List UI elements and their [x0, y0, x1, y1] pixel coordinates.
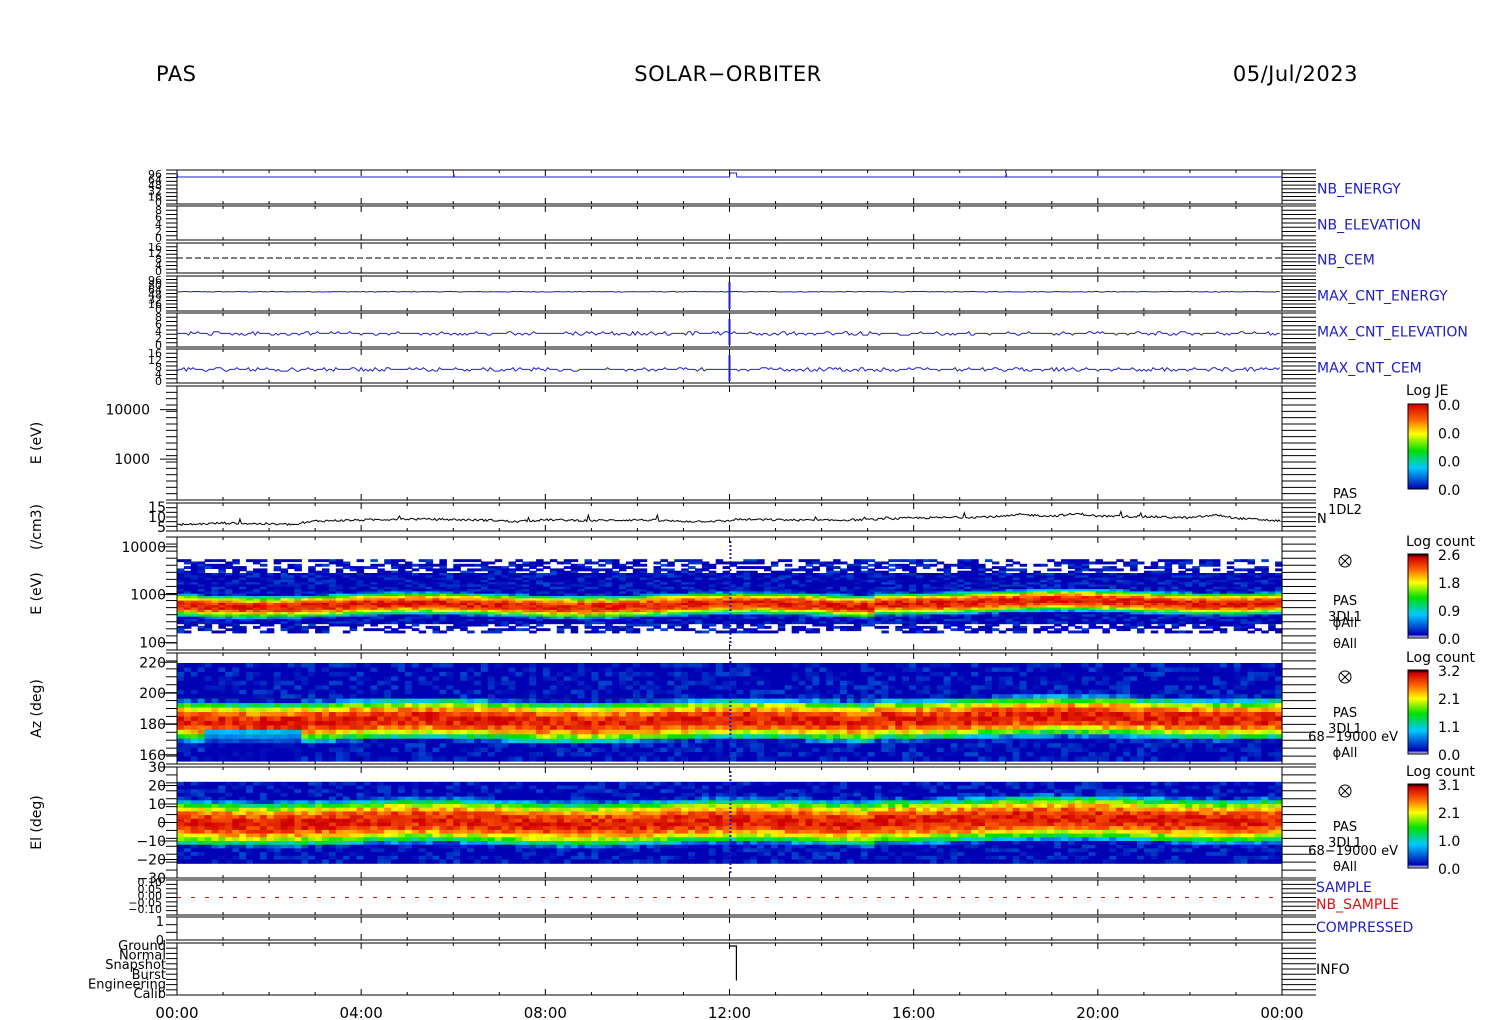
je-tick-label: 1000 — [114, 452, 150, 468]
je-colorbar-label: 0.0 — [1438, 483, 1460, 499]
nb-energy-series — [176, 172, 1282, 178]
x-tick-label: 12:00 — [708, 1004, 751, 1020]
energy-spectrogram-colorbar-label: 0.9 — [1438, 604, 1460, 620]
elevation-spectrogram-right-label: θAll — [1333, 860, 1357, 875]
energy-spectrogram-right-label: PAS — [1333, 594, 1357, 609]
je-tick-label: 10000 — [105, 403, 150, 419]
azimuth-spectrogram-colorbar — [1407, 669, 1429, 755]
x-tick-label: 00:00 — [155, 1004, 198, 1020]
x-tick-label: 20:00 — [1076, 1004, 1119, 1020]
energy-spectrogram-ylabel: E (eV) — [29, 572, 45, 614]
elevation-spectrogram-colorbar-label: 3.1 — [1438, 778, 1460, 794]
azimuth-spectrogram-right-label: PAS — [1333, 706, 1357, 721]
nb-energy-label: NB_ENERGY — [1317, 182, 1401, 198]
x-tick-label: 16:00 — [892, 1004, 935, 1020]
je-colorbar — [1407, 403, 1429, 490]
elevation-spectrogram-tick-label: −10 — [136, 834, 166, 850]
elevation-spectrogram-right-label: PAS — [1333, 820, 1357, 835]
energy-spectrogram-tick-label: 10000 — [121, 540, 166, 556]
je-colorbar-title: Log JE — [1406, 383, 1448, 399]
density-source-label: PAS — [1333, 487, 1357, 502]
je-colorbar-label: 0.0 — [1438, 426, 1460, 442]
energy-spectrogram-direction-icon — [1338, 554, 1352, 568]
azimuth-spectrogram-tick-label: 220 — [139, 655, 166, 671]
azimuth-spectrogram-colorbar-label: 1.1 — [1438, 720, 1460, 736]
max-cnt-energy-series — [176, 290, 1280, 293]
je-colorbar-label: 0.0 — [1438, 455, 1460, 471]
azimuth-spectrogram-tick-label: 200 — [139, 686, 166, 702]
elevation-spectrogram-tick-label: 20 — [148, 779, 166, 795]
elevation-spectrogram-tick-label: 30 — [148, 760, 166, 776]
max-cnt-cem-tick-label: 0 — [155, 375, 162, 388]
max-cnt-cem-label: MAX_CNT_CEM — [1317, 361, 1422, 377]
density-quantity-label: N — [1317, 512, 1327, 527]
elevation-spectrogram-direction-icon — [1338, 784, 1352, 798]
azimuth-spectrogram-direction-icon — [1338, 670, 1352, 684]
energy-spectrogram-tick-label: 100 — [139, 636, 166, 652]
elevation-spectrogram-colorbar-label: 1.0 — [1438, 834, 1460, 850]
density-series — [176, 509, 1281, 527]
energy-spectrogram-colorbar — [1407, 553, 1429, 639]
azimuth-spectrogram-ylabel: Az (deg) — [29, 679, 45, 738]
energy-spectrogram-tick-label: 1000 — [130, 588, 166, 604]
energy-spectrogram-colorbar-label: 1.8 — [1438, 576, 1460, 592]
azimuth-spectrogram-tick-label: 180 — [139, 717, 166, 733]
density-ylabel: (/cm3) — [29, 504, 45, 550]
stacked-time-series-chart: 96644832160NB_ENERGY86420NB_ELEVATION161… — [29, 168, 1475, 1020]
energy-spectrogram-colorbar-label: 2.6 — [1438, 548, 1460, 564]
sample-label: NB_SAMPLE — [1316, 897, 1399, 913]
energy-spectrogram-right-label: θAll — [1333, 637, 1357, 652]
info-label: INFO — [1316, 962, 1350, 978]
azimuth-spectrogram-colorbar-label: 0.0 — [1438, 748, 1460, 764]
max-cnt-energy-label: MAX_CNT_ENERGY — [1317, 288, 1448, 304]
elevation-spectrogram-colorbar-label: 2.1 — [1438, 806, 1460, 822]
x-tick-label: 04:00 — [340, 1004, 383, 1020]
azimuth-spectrogram-colorbar-label: 3.2 — [1438, 664, 1460, 680]
compressed-label: COMPRESSED — [1316, 920, 1413, 936]
elevation-spectrogram-tick-label: −20 — [136, 853, 166, 869]
x-tick-label: 00:00 — [1260, 1004, 1303, 1020]
max-cnt-cem-series — [176, 366, 1280, 372]
sample-label: SAMPLE — [1316, 880, 1372, 896]
azimuth-spectrogram-right-label: 68−19000 eV — [1308, 730, 1398, 745]
info-panel — [176, 942, 1283, 996]
x-tick-label: 08:00 — [524, 1004, 567, 1020]
nb-cem-label: NB_CEM — [1317, 253, 1375, 269]
max-cnt-elevation-label: MAX_CNT_ELEVATION — [1317, 325, 1468, 341]
info-category-label: Calib — [133, 987, 166, 1002]
max-cnt-elevation-series — [177, 330, 1280, 336]
elevation-spectrogram-right-label: 68−19000 eV — [1308, 844, 1398, 859]
compressed-tick-label: 1 — [156, 915, 164, 930]
energy-spectrogram-right-label: ϕAll — [1333, 616, 1358, 631]
elevation-spectrogram-colorbar-label: 0.0 — [1438, 862, 1460, 878]
density-tick-label: 15 — [148, 500, 166, 516]
elevation-spectrogram-colorbar — [1407, 783, 1429, 869]
elevation-spectrogram-tick-label: 10 — [148, 797, 166, 813]
azimuth-spectrogram-right-label: ϕAll — [1333, 746, 1358, 761]
info-series — [729, 945, 738, 981]
elevation-spectrogram-tick-label: 0 — [157, 816, 166, 832]
je-colorbar-label: 0.0 — [1438, 398, 1460, 414]
je-panel — [176, 385, 1283, 501]
azimuth-spectrogram-colorbar-label: 2.1 — [1438, 692, 1460, 708]
nb-elevation-label: NB_ELEVATION — [1317, 218, 1421, 234]
elevation-spectrogram-ylabel: El (deg) — [29, 795, 45, 850]
density-product-label: 1DL2 — [1328, 503, 1362, 518]
je-ylabel: E (eV) — [29, 422, 45, 464]
energy-spectrogram-colorbar-label: 0.0 — [1438, 632, 1460, 648]
